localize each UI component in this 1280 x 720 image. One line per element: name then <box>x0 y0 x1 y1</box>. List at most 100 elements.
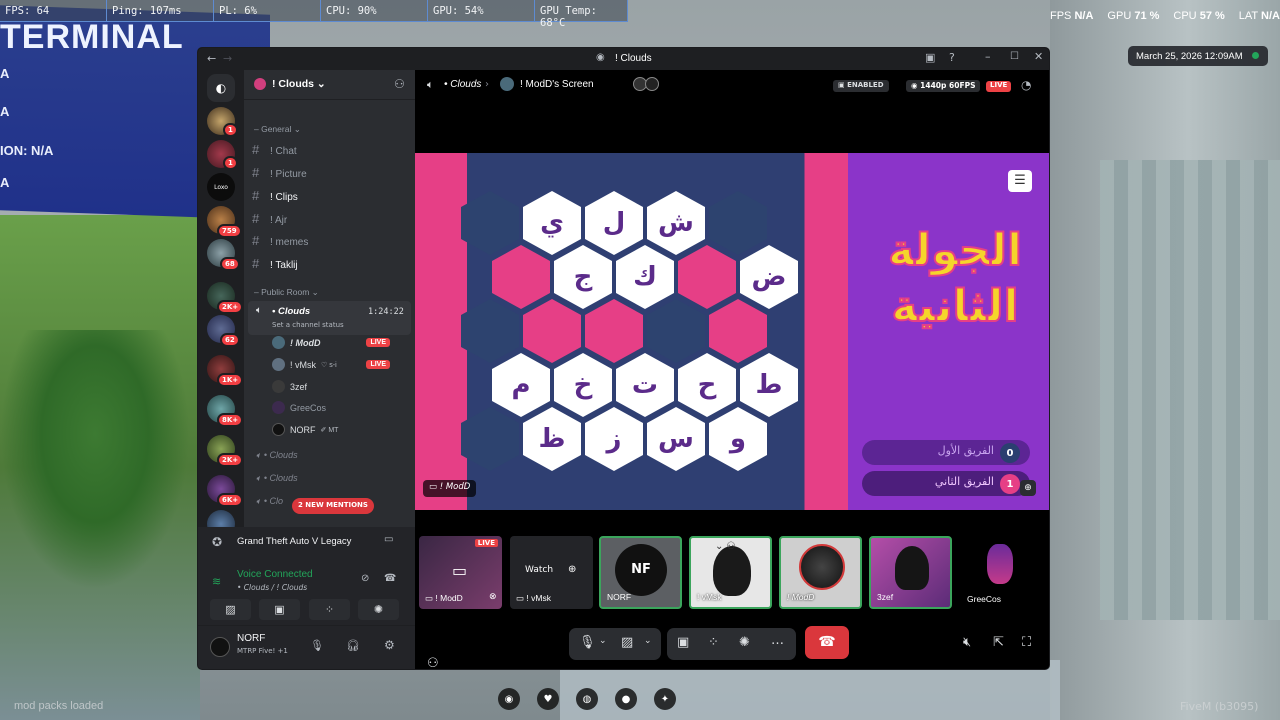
help-icon[interactable]: ? <box>949 51 955 64</box>
leave-call-button[interactable]: ☎ <box>805 626 849 659</box>
share-screen-icon[interactable]: ▣ <box>677 635 689 650</box>
participant-tile[interactable]: NF NORF <box>599 536 682 609</box>
participant-tile[interactable]: LIVE ▭ ▭ ! ModD ⊗ <box>419 536 502 609</box>
server-icon[interactable]: 62 <box>207 315 240 347</box>
user-status: MTRP Five! +1 <box>237 647 288 655</box>
terminal-line: A <box>0 66 10 81</box>
maximize-icon[interactable]: ☐ <box>1010 51 1019 62</box>
muted-icon: ⊗ <box>489 592 497 602</box>
minimize-icon[interactable]: – <box>985 50 991 63</box>
close-icon[interactable]: ✕ <box>1034 50 1043 63</box>
channel-status-prompt[interactable]: Set a channel status <box>272 321 344 329</box>
header-channel[interactable]: • Clouds <box>444 79 481 90</box>
live-badge: LIVE <box>986 81 1012 92</box>
server-icon[interactable]: 2K+ <box>207 282 244 314</box>
back-arrow-icon[interactable]: ← <box>207 52 216 65</box>
activities-button[interactable]: ⁘ <box>309 599 350 620</box>
noise-suppression-icon[interactable]: ⊘ <box>361 573 369 584</box>
add-friend-icon[interactable]: ⚇ <box>427 656 439 669</box>
category-general[interactable]: – General ⌄ <box>254 124 301 135</box>
server-icon[interactable]: 8K+ <box>207 395 244 427</box>
add-member-icon[interactable]: ⚇ <box>394 77 405 91</box>
chevron-down-icon[interactable]: ⌄ <box>599 636 607 646</box>
camera-off-icon[interactable]: ▨ <box>621 635 633 650</box>
watch-button[interactable]: Watch <box>525 565 553 575</box>
channel-memes[interactable]: # ! memes <box>252 233 308 248</box>
round-title-line: الثانية <box>890 280 1019 333</box>
volume-mute-icon[interactable]: 🔇︎ <box>963 635 971 650</box>
water-icon[interactable]: ● <box>615 688 637 710</box>
soundboard-button[interactable]: ✺ <box>358 599 399 620</box>
settings-gear-icon[interactable]: ⚙ <box>384 638 395 652</box>
channel-chat[interactable]: # ! Chat <box>252 142 297 157</box>
avatar[interactable] <box>210 637 230 657</box>
server-icon[interactable]: 759 <box>207 206 242 238</box>
unread-badge: 68 <box>220 257 240 271</box>
health-icon[interactable]: ♥ <box>537 688 559 710</box>
share-screen-button[interactable]: ▣ <box>259 599 300 620</box>
participant-tile[interactable]: GreeCos <box>959 536 1042 609</box>
perf-overlay: FPS: 64 Ping: 107ms PL: 6% CPU: 90% GPU:… <box>0 0 628 29</box>
channel-clips[interactable]: # ! Clips <box>252 188 298 203</box>
voice-connected-status[interactable]: Voice Connected <box>237 569 313 580</box>
server-icon[interactable]: 1K+ <box>207 355 244 387</box>
pop-out-icon[interactable]: ⇱ <box>993 635 1004 650</box>
stream-stage: 🔈︎ • Clouds › ! ModD's Screen ▣ ENABLED … <box>415 70 1049 669</box>
round-title: الجولة الثانية <box>870 223 1040 335</box>
server-icon[interactable]: 6K+ <box>207 475 244 507</box>
category-public-room[interactable]: – Public Room ⌄ <box>254 287 319 298</box>
server-name[interactable]: ! Clouds ⌄ <box>272 78 326 90</box>
server-icon[interactable]: 68 <box>207 239 240 271</box>
camera-off-button[interactable]: ▨ <box>210 599 251 620</box>
participant-tile[interactable]: 3zef <box>869 536 952 609</box>
chevron-down-icon[interactable]: ⌄ <box>644 636 652 646</box>
channel-ajr[interactable]: # ! Ajr <box>252 211 287 226</box>
server-icon[interactable]: 2K+ <box>207 435 244 467</box>
avatar <box>272 336 285 349</box>
participant-tile[interactable]: ⌄ ⚇ ! vMsk <box>689 536 772 609</box>
voice-channel[interactable]: 🔈︎ • Clouds <box>256 473 298 484</box>
voice-user[interactable]: GreeCos <box>272 401 326 414</box>
armor-icon[interactable]: ◍ <box>576 688 598 710</box>
voice-user[interactable]: ! ModD LIVE <box>272 336 402 349</box>
notifications-icon[interactable]: ◔ <box>1021 78 1031 92</box>
headset-icon[interactable]: 🎧︎ <box>346 639 360 652</box>
zoom-icon[interactable]: ⊕ <box>1020 480 1036 496</box>
voice-user[interactable]: NORF ✐ MT <box>272 423 338 436</box>
more-options-icon[interactable]: … <box>771 633 784 648</box>
menu-icon[interactable]: ☰ <box>1008 170 1032 192</box>
mod-status-text: mod packs loaded <box>14 700 103 712</box>
server-icon[interactable]: 1 <box>207 107 238 137</box>
fullscreen-icon[interactable]: ⛶ <box>1022 635 1031 650</box>
perf-right-label: GPU <box>1107 10 1132 22</box>
voice-channel[interactable]: 🔈︎ • Clo <box>256 496 283 507</box>
participant-tile[interactable]: ! ModD <box>779 536 862 609</box>
hotbar-icon[interactable]: ◉ <box>498 688 520 710</box>
voice-user[interactable]: 3zef <box>272 380 307 393</box>
voice-channel[interactable]: 🔈︎ • Clouds <box>256 450 298 461</box>
hospital-curtain <box>1100 160 1280 620</box>
inbox-icon[interactable]: ▣ <box>925 51 935 64</box>
user-tag-label: MT <box>328 426 339 434</box>
channel-taklij[interactable]: # ! Taklij <box>252 256 298 271</box>
soundboard-icon[interactable]: ✺ <box>739 635 750 650</box>
participant-tile[interactable]: Watch ⊕ ▭ ! vMsk <box>510 536 593 609</box>
channel-picture[interactable]: # ! Picture <box>252 165 307 180</box>
perf-right-value: N/A <box>1074 10 1094 22</box>
plant <box>0 330 190 590</box>
microphone-icon[interactable]: 🎙︎ <box>310 639 324 652</box>
stream-game-icon[interactable]: ▭ <box>384 534 393 545</box>
disconnect-icon[interactable]: ☎ <box>384 573 396 584</box>
server-icon[interactable]: Loxo <box>207 173 235 201</box>
forward-arrow-icon[interactable]: → <box>223 52 232 65</box>
microphone-icon[interactable]: 🎙︎ <box>579 635 596 650</box>
channel-label: ! Chat <box>270 146 297 157</box>
stream-quality[interactable]: ◉ 1440p 60FPS <box>906 80 981 92</box>
voice-user[interactable]: ! vMsk ♡ s-i LIVE <box>272 358 402 371</box>
server-icon[interactable]: 1 <box>207 140 238 170</box>
activities-icon[interactable]: ⁘ <box>708 635 719 650</box>
discord-home-icon[interactable]: ◐ <box>207 74 235 102</box>
new-mentions-pill[interactable]: 2 NEW MENTIONS <box>292 498 374 514</box>
add-viewer-icon[interactable]: ⊕ <box>568 564 576 575</box>
stamina-icon[interactable]: ✦ <box>654 688 676 710</box>
